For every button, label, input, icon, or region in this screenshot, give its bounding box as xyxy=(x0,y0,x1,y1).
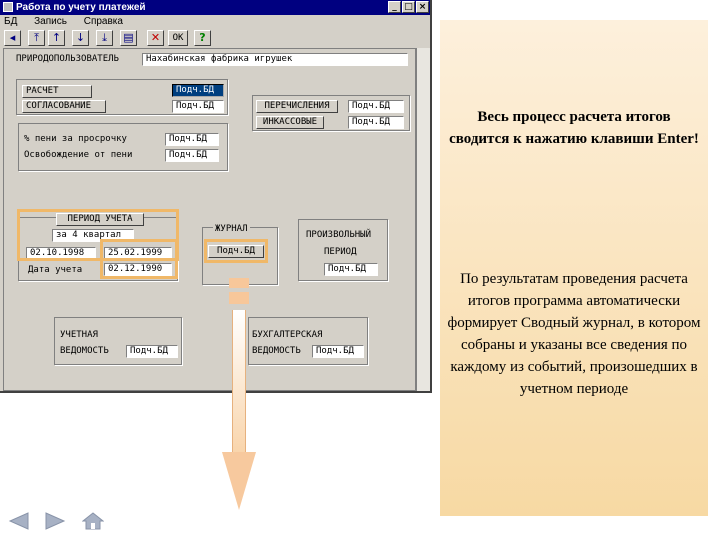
penalty-label: % пени за просрочку xyxy=(24,134,127,144)
calc-button[interactable]: РАСЧЕТ xyxy=(22,85,92,98)
app-icon xyxy=(3,2,13,12)
delete-record-icon[interactable]: ✕ xyxy=(147,30,164,46)
down-arrow-head xyxy=(222,452,256,510)
form-area: ПРИРОДОПОЛЬЗОВАТЕЛЬ Нахабинская фабрика … xyxy=(3,48,416,391)
account-date-label: Дата учета xyxy=(28,265,83,275)
menu-bar: БД Запись Справка xyxy=(0,15,430,29)
journal-highlight xyxy=(204,239,268,263)
agree-db-field[interactable]: Подч.БД xyxy=(172,100,224,113)
agree-button[interactable]: СОГЛАСОВАНИЕ xyxy=(22,100,106,113)
exempt-db-field[interactable]: Подч.БД xyxy=(165,149,219,162)
title-bar: Работа по учету платежей _ □ × xyxy=(0,0,430,15)
first-record-icon[interactable]: ⤒ xyxy=(28,30,45,46)
arbitrary-db-field[interactable]: Подч.БД xyxy=(324,263,378,276)
dates-highlight xyxy=(100,239,178,279)
nature-user-label: ПРИРОДОПОЛЬЗОВАТЕЛЬ xyxy=(16,54,119,64)
penalty-db-field[interactable]: Подч.БД xyxy=(165,133,219,146)
panel-bold-text: Весь процесс расчета итогов сводится к н… xyxy=(449,109,699,147)
right-arrow-icon[interactable] xyxy=(44,512,66,530)
save-record-icon[interactable]: ▤ xyxy=(120,30,137,46)
vertical-scrollbar[interactable] xyxy=(416,48,430,391)
last-record-icon[interactable]: ⤓ xyxy=(96,30,113,46)
window-title: Работа по учету платежей xyxy=(16,2,146,13)
close-icon[interactable]: × xyxy=(416,1,429,13)
toolbar: ◂ ⤒ ↑ ↓ ⤓ ▤ ✕ OK ? xyxy=(4,30,430,48)
nature-user-field[interactable]: Нахабинская фабрика игрушек xyxy=(142,53,408,66)
collection-button[interactable]: ИНКАССОВЫЕ xyxy=(256,116,324,129)
ok-button[interactable]: OK xyxy=(168,30,188,46)
home-icon[interactable] xyxy=(82,512,104,530)
collection-db-field[interactable]: Подч.БД xyxy=(348,116,404,129)
ledger-label-2: ВЕДОМОСТЬ xyxy=(60,346,109,356)
accounting-label-2: ВЕДОМОСТЬ xyxy=(252,346,301,356)
arbitrary-title-2: ПЕРИОД xyxy=(324,247,357,257)
menu-item-db[interactable]: БД xyxy=(4,16,17,27)
penalty-group xyxy=(18,123,228,171)
left-arrow-icon[interactable] xyxy=(8,512,30,530)
ledger-label-1: УЧЕТНАЯ xyxy=(60,330,98,340)
arbitrary-title-1: ПРОИЗВОЛЬНЫЙ xyxy=(306,230,372,240)
calc-db-field[interactable]: Подч.БД xyxy=(172,84,224,97)
minimize-icon[interactable]: _ xyxy=(388,1,401,13)
accounting-label-1: БУХГАЛТЕРСКАЯ xyxy=(252,330,323,340)
menu-item-help[interactable]: Справка xyxy=(84,16,123,27)
up-arrow-icon[interactable]: ↑ xyxy=(48,30,65,46)
journal-title: ЖУРНАЛ xyxy=(213,223,250,235)
help-icon[interactable]: ? xyxy=(194,30,211,46)
arrow-block-top xyxy=(229,278,249,288)
transfer-db-field[interactable]: Подч.БД xyxy=(348,100,404,113)
exempt-label: Освобождение от пени xyxy=(24,150,133,160)
menu-item-record[interactable]: Запись xyxy=(34,16,67,27)
app-window: Работа по учету платежей _ □ × БД Запись… xyxy=(0,0,432,393)
maximize-icon[interactable]: □ xyxy=(402,1,415,13)
transfer-button[interactable]: ПЕРЕЧИСЛЕНИЯ xyxy=(256,100,338,113)
panel-body-text: По результатам проведения расчета итогов… xyxy=(447,271,701,397)
down-arrow-icon[interactable]: ↓ xyxy=(72,30,89,46)
explanation-panel: Весь процесс расчета итогов сводится к н… xyxy=(440,20,708,516)
accounting-db-field[interactable]: Подч.БД xyxy=(312,345,364,358)
ledger-db-field[interactable]: Подч.БД xyxy=(126,345,178,358)
prev-record-icon[interactable]: ◂ xyxy=(4,30,21,46)
arrow-block-middle xyxy=(229,292,249,304)
down-arrow-shaft xyxy=(232,310,246,452)
